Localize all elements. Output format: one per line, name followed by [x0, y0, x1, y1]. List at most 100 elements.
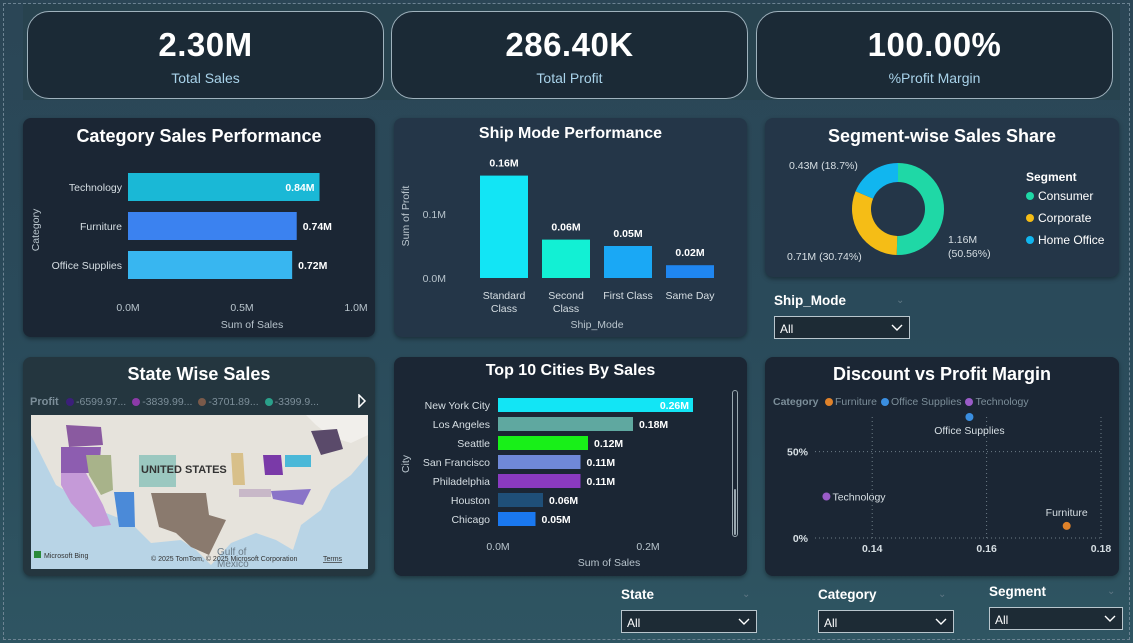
collapse-chevron-icon[interactable]: ⌄ [938, 589, 946, 600]
map-legend-item[interactable]: -6599.97... [66, 396, 126, 408]
map-legend-item[interactable]: -3839.99... [132, 396, 192, 408]
bar-data-label: 0.05M [613, 228, 642, 240]
city-tick-label: Los Angeles [433, 419, 490, 431]
dropdown-value: All [824, 616, 838, 630]
segment-share-card[interactable]: Segment-wise Sales Share 1.16M (50.56%) 0.… [765, 118, 1119, 277]
x-tick-label: Second [548, 290, 584, 302]
y-tick-label: 50% [787, 447, 809, 459]
us-state-map[interactable]: UNITED STATES Gulf of Mexico Microsoft B… [31, 415, 368, 569]
map-legend-item[interactable]: -3701.89... [198, 396, 259, 408]
slice-data-label: 0.43M (18.7%) [789, 160, 858, 172]
legend-item-consumer[interactable]: Consumer [1026, 189, 1093, 203]
city-bar [498, 474, 581, 488]
bar-data-label: 0.12M [594, 438, 623, 450]
legend-item-home-office[interactable]: Home Office [1026, 233, 1104, 247]
category-sales-card[interactable]: Category Sales Performance Technology 0.8… [23, 118, 375, 337]
collapse-chevron-icon[interactable]: ⌄ [1107, 586, 1115, 597]
legend-dot-icon [1026, 192, 1034, 200]
point-data-label: Office Supplies [934, 425, 1004, 437]
chart-scrollbar[interactable] [732, 390, 738, 537]
discount-scatter-chart: 0.14 0.16 0.18 0% 50% Furniture Office Supplie… [787, 413, 1111, 555]
collapse-chevron-icon[interactable]: ⌄ [896, 295, 904, 306]
state-sales-card[interactable]: State Wise Sales Profit -6599.97... -3839… [23, 357, 375, 576]
x-axis-title: Sum of Sales [221, 319, 283, 331]
x-tick-label: Standard [483, 290, 526, 302]
ship-mode-dropdown[interactable]: All [774, 316, 910, 339]
city-tick-label: Houston [451, 495, 490, 507]
kpi-value: 286.40K [505, 26, 634, 63]
slice-data-label: 1.16M [948, 234, 977, 246]
legend-label: Home Office [1038, 233, 1105, 247]
map-state-ohio [263, 455, 283, 475]
discount-profit-card[interactable]: Discount vs Profit Margin Category Furni… [765, 357, 1119, 576]
y-tick-label: 0.0M [423, 273, 446, 285]
ship-mode-bar [480, 175, 528, 278]
map-terms-link[interactable]: Terms [323, 556, 343, 563]
x-tick-label: 0.2M [636, 541, 659, 553]
legend-dot-icon [1026, 214, 1034, 222]
legend-label: Corporate [1038, 211, 1092, 225]
legend-dot-icon [66, 398, 74, 406]
kpi-card-profit-margin: 100.00% %Profit Margin [756, 11, 1113, 99]
state-slicer[interactable]: State ⌄ All [621, 587, 757, 635]
ship-mode-bar [604, 246, 652, 278]
scatter-point [1062, 521, 1071, 530]
bing-logo-icon [34, 551, 41, 558]
kpi-label: Total Sales [171, 70, 240, 86]
top-cities-card[interactable]: Top 10 Cities By Sales New York City 0.26… [394, 357, 747, 576]
map-state-pennsylvania [285, 455, 311, 467]
donut-slice [855, 163, 898, 199]
legend-label: -3701.89... [208, 396, 259, 408]
kpi-value: 2.30M [158, 26, 253, 63]
slicer-title: Segment [989, 584, 1047, 599]
segment-slicer[interactable]: Segment ⌄ All [989, 584, 1123, 632]
bar-data-label: 0.11M [587, 476, 616, 488]
segment-dropdown[interactable]: All [989, 607, 1123, 630]
legend-item-corporate[interactable]: Corporate [1026, 211, 1091, 225]
ship-mode-bar [542, 239, 590, 278]
legend-next-arrow-icon[interactable] [357, 394, 367, 408]
x-tick-label: Same Day [665, 290, 715, 302]
y-tick-label: 0% [793, 533, 809, 545]
city-bar [498, 436, 588, 450]
state-dropdown[interactable]: All [621, 610, 757, 633]
city-bar [498, 417, 633, 431]
scatter-point [965, 413, 974, 421]
map-state-illinois [231, 453, 245, 485]
map-state-tennessee [239, 489, 271, 497]
map-legend-item[interactable]: -3399.9... [264, 396, 319, 408]
bar-data-label: 0.06M [549, 495, 578, 507]
map-state-washington [66, 425, 103, 447]
dropdown-value: All [627, 616, 641, 630]
x-axis-title: Sum of Sales [578, 557, 640, 569]
kpi-card-total-profit: 286.40K Total Profit [391, 11, 748, 99]
slice-data-label: 0.71M (30.74%) [787, 251, 862, 263]
slicer-title: State [621, 587, 655, 602]
legend-label: Consumer [1038, 189, 1094, 203]
point-data-label: Technology [832, 492, 886, 504]
scrollbar-thumb[interactable] [734, 489, 736, 535]
ship-mode-card[interactable]: Ship Mode Performance 0.0M 0.1M 0.16M Stand… [394, 118, 747, 337]
legend-label: -6599.97... [76, 396, 127, 408]
segment-legend-title: Segment [1026, 170, 1077, 184]
donut-slice [896, 163, 945, 255]
dropdown-value: All [995, 613, 1009, 627]
category-slicer[interactable]: Category ⌄ All [818, 587, 954, 635]
donut-slice [852, 191, 898, 255]
x-tick-label: 1.0M [344, 302, 367, 314]
ship-mode-slicer[interactable]: Ship_Mode ⌄ All [774, 293, 910, 341]
city-tick-label: San Francisco [423, 457, 490, 469]
city-bar [498, 493, 543, 507]
chevron-down-icon [891, 324, 903, 331]
legend-dot-icon [132, 398, 141, 406]
x-tick-label: 0.16 [976, 543, 997, 555]
legend-dot-icon [198, 398, 207, 406]
bar-data-label: 0.72M [298, 260, 327, 272]
map-legend-title: Profit [30, 396, 59, 408]
legend-dot-icon [1026, 236, 1034, 244]
collapse-chevron-icon[interactable]: ⌄ [742, 589, 750, 600]
ship-mode-column-chart: 0.0M0.1M0.16MStandardClass0.06MSecondCla… [400, 158, 715, 331]
legend-dot-icon [264, 398, 273, 406]
slicer-title: Category [818, 587, 877, 602]
category-dropdown[interactable]: All [818, 610, 954, 633]
